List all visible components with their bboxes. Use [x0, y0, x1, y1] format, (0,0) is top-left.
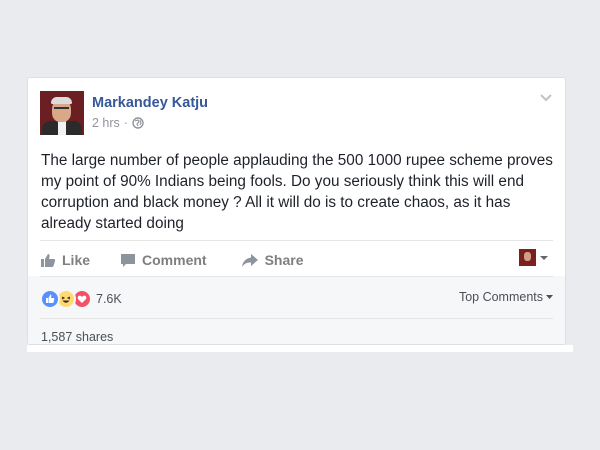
- comment-label: Comment: [142, 252, 207, 268]
- card-edge: [27, 345, 573, 352]
- globe-icon[interactable]: [132, 117, 144, 129]
- caret-down-icon: [540, 255, 548, 260]
- share-as-picker[interactable]: [519, 249, 549, 266]
- divider: [40, 276, 553, 277]
- thumbs-up-icon: [41, 253, 56, 267]
- action-bar: Like Comment Share: [40, 248, 550, 272]
- post-text: The large number of people applauding th…: [41, 152, 553, 232]
- share-button[interactable]: Share: [241, 252, 304, 268]
- reaction-count: 7.6K: [96, 292, 122, 306]
- divider: [40, 240, 553, 241]
- post-timestamp[interactable]: 2 hrs: [92, 116, 120, 130]
- like-label: Like: [62, 252, 91, 268]
- share-label: Share: [264, 252, 304, 268]
- share-arrow-icon: [241, 253, 258, 267]
- chevron-down-icon[interactable]: [539, 93, 553, 103]
- reactions-summary[interactable]: 7.6K: [40, 289, 122, 309]
- caret-down-icon: [546, 294, 553, 299]
- post-meta: 2 hrs ·: [92, 116, 144, 130]
- post-card: Markandey Katju 2 hrs · The large number…: [27, 77, 566, 345]
- shares-count[interactable]: 1,587 shares: [41, 330, 113, 344]
- like-button[interactable]: Like: [40, 252, 90, 268]
- like-reaction-icon: [40, 289, 60, 309]
- author-name[interactable]: Markandey Katju: [92, 95, 208, 111]
- author-avatar[interactable]: [40, 91, 84, 135]
- comment-icon: [121, 253, 136, 267]
- divider: [40, 318, 553, 319]
- avatar: [519, 249, 536, 266]
- comment-sort-dropdown[interactable]: Top Comments: [459, 290, 553, 304]
- comment-button[interactable]: Comment: [120, 252, 207, 268]
- comment-sort-label: Top Comments: [458, 290, 543, 304]
